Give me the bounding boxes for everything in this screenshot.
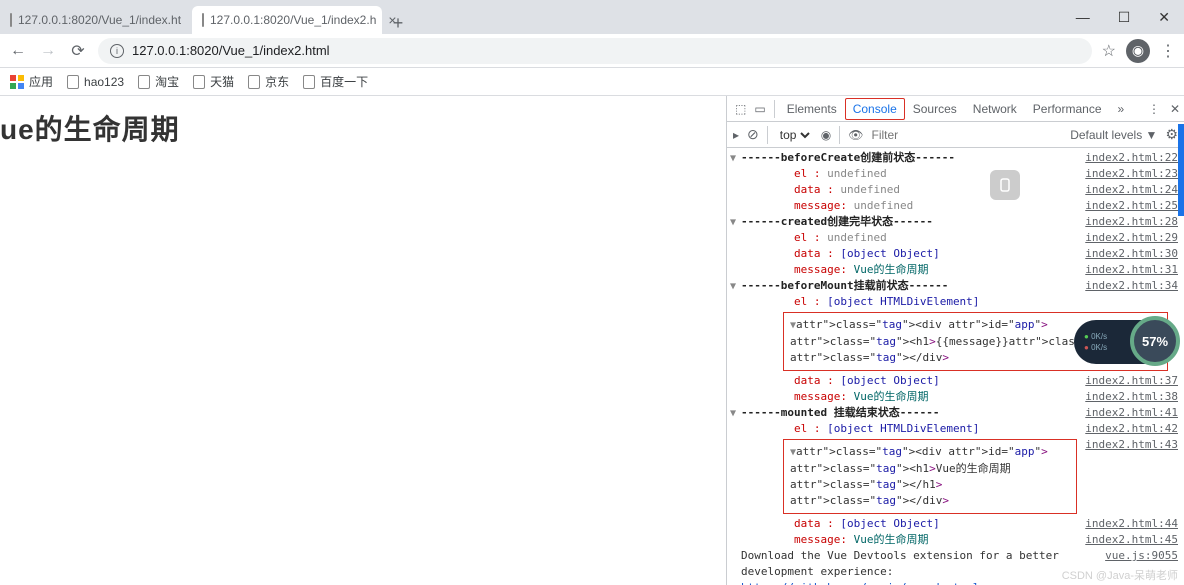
document-icon	[248, 75, 260, 89]
inspect-icon[interactable]: ⬚	[731, 102, 750, 116]
tab-network[interactable]: Network	[965, 96, 1025, 122]
tab-console[interactable]: Console	[845, 98, 905, 120]
bookmark-item[interactable]: 天猫	[193, 73, 234, 90]
url-text: 127.0.0.1:8020/Vue_1/index2.html	[132, 43, 330, 58]
console-output[interactable]: ▼------beforeCreate创建前状态------index2.htm…	[727, 148, 1184, 585]
eye-icon[interactable]: ◉	[821, 128, 831, 142]
bookmark-item[interactable]: 淘宝	[138, 73, 179, 90]
console-log-line: el : undefinedindex2.html:29	[727, 230, 1184, 246]
document-icon	[202, 13, 204, 27]
console-log-line: data : [object Object]index2.html:37	[727, 373, 1184, 389]
browser-menu-icon[interactable]: ⋮	[1160, 41, 1176, 61]
browser-tabs: 127.0.0.1:8020/Vue_1/index.ht × 127.0.0.…	[0, 0, 1062, 34]
close-icon[interactable]: ✕	[1158, 9, 1170, 26]
context-select[interactable]: top	[776, 127, 813, 143]
browser-tab-0[interactable]: 127.0.0.1:8020/Vue_1/index.ht ×	[0, 6, 190, 34]
scrollbar-indicator	[1178, 124, 1184, 216]
divider	[767, 126, 768, 144]
document-icon	[193, 75, 205, 89]
maximize-icon[interactable]: ☐	[1118, 9, 1131, 26]
console-log-line: el : [object HTMLDivElement]index2.html:…	[727, 421, 1184, 437]
filter-input[interactable]	[871, 128, 1062, 142]
bookmark-star-icon[interactable]: ☆	[1102, 41, 1116, 61]
page-content: ue的生命周期	[0, 96, 726, 585]
address-bar: ← → ⟳ i 127.0.0.1:8020/Vue_1/index2.html…	[0, 34, 1184, 68]
console-log-line: message: undefinedindex2.html:25	[727, 198, 1184, 214]
watermark: CSDN @Java-呆萌老师	[1062, 567, 1178, 583]
bookmarks-bar: 应用 hao123 淘宝 天猫 京东 百度一下	[0, 68, 1184, 96]
minimize-icon[interactable]: —	[1076, 9, 1090, 25]
reload-button[interactable]: ⟳	[68, 41, 88, 61]
console-group-header[interactable]: ▼------beforeMount挂载前状态------index2.html…	[727, 278, 1184, 294]
console-log-line: data : [object Object]index2.html:44	[727, 516, 1184, 532]
window-titlebar: 127.0.0.1:8020/Vue_1/index.ht × 127.0.0.…	[0, 0, 1184, 34]
tab-title: 127.0.0.1:8020/Vue_1/index.ht	[18, 13, 181, 27]
main-area: ue的生命周期 ⬚ ▭ Elements Console Sources Net…	[0, 96, 1184, 585]
console-group-header[interactable]: ▼------mounted 挂载结束状态------index2.html:4…	[727, 405, 1184, 421]
console-log-line: el : undefinedindex2.html:23	[727, 166, 1184, 182]
site-info-icon[interactable]: i	[110, 44, 124, 58]
url-field[interactable]: i 127.0.0.1:8020/Vue_1/index2.html	[98, 38, 1092, 64]
divider	[839, 126, 840, 144]
console-group-header[interactable]: ▼------beforeCreate创建前状态------index2.htm…	[727, 150, 1184, 166]
devtools-menu-icon[interactable]: ⋮	[1148, 102, 1160, 116]
document-icon	[67, 75, 79, 89]
tab-title: 127.0.0.1:8020/Vue_1/index2.h	[210, 13, 376, 27]
apps-shortcut[interactable]: 应用	[10, 73, 53, 90]
tab-performance[interactable]: Performance	[1025, 96, 1110, 122]
console-group-header[interactable]: ▼------created创建完毕状态------index2.html:28	[727, 214, 1184, 230]
browser-tab-1[interactable]: 127.0.0.1:8020/Vue_1/index2.h ×	[192, 6, 382, 34]
console-log-line: el : [object HTMLDivElement]	[727, 294, 1184, 310]
new-tab-button[interactable]: +	[384, 13, 412, 34]
console-toolbar: ▸ ⊘ top ◉ 👁 Default levels ▼ ⚙	[727, 122, 1184, 148]
live-expr-icon[interactable]: 👁	[848, 128, 863, 142]
bookmark-item[interactable]: hao123	[67, 75, 124, 89]
network-gauge-widget[interactable]: ● 0K/s ● 0K/s 57%	[1074, 320, 1174, 364]
levels-dropdown[interactable]: Default levels ▼	[1070, 128, 1157, 142]
bookmark-item[interactable]: 京东	[248, 73, 289, 90]
console-log-line: data : [object Object]index2.html:30	[727, 246, 1184, 262]
console-log-line: message: Vue的生命周期index2.html:38	[727, 389, 1184, 405]
console-log-line: message: Vue的生命周期index2.html:45	[727, 532, 1184, 548]
tab-elements[interactable]: Elements	[779, 96, 845, 122]
settings-icon[interactable]: ⚙	[1165, 126, 1178, 143]
forward-button[interactable]: →	[38, 41, 58, 61]
tab-sources[interactable]: Sources	[905, 96, 965, 122]
clear-console-icon[interactable]: ⊘	[747, 126, 759, 143]
page-heading: ue的生命周期	[0, 108, 726, 148]
document-icon	[10, 13, 12, 27]
console-log-line: message: Vue的生命周期index2.html:31	[727, 262, 1184, 278]
apps-icon	[10, 75, 24, 89]
sidebar-toggle-icon[interactable]: ▸	[733, 128, 739, 142]
document-icon	[138, 75, 150, 89]
divider	[774, 100, 775, 118]
device-toggle-icon[interactable]: ▭	[750, 102, 769, 116]
devtools-tabs: ⬚ ▭ Elements Console Sources Network Per…	[727, 96, 1184, 122]
document-icon	[303, 75, 315, 89]
console-html-block[interactable]: ▼attr">class="tag"><div attr">id="app"> …	[727, 437, 1184, 516]
bookmark-item[interactable]: 百度一下	[303, 73, 368, 90]
window-controls: — ☐ ✕	[1062, 0, 1184, 34]
devtools-close-icon[interactable]: ✕	[1170, 102, 1180, 116]
more-tabs-icon[interactable]: »	[1110, 96, 1133, 122]
gauge-percent: 57%	[1130, 316, 1180, 366]
profile-avatar[interactable]: ◉	[1126, 39, 1150, 63]
console-log-line: data : undefinedindex2.html:24	[727, 182, 1184, 198]
back-button[interactable]: ←	[8, 41, 28, 61]
